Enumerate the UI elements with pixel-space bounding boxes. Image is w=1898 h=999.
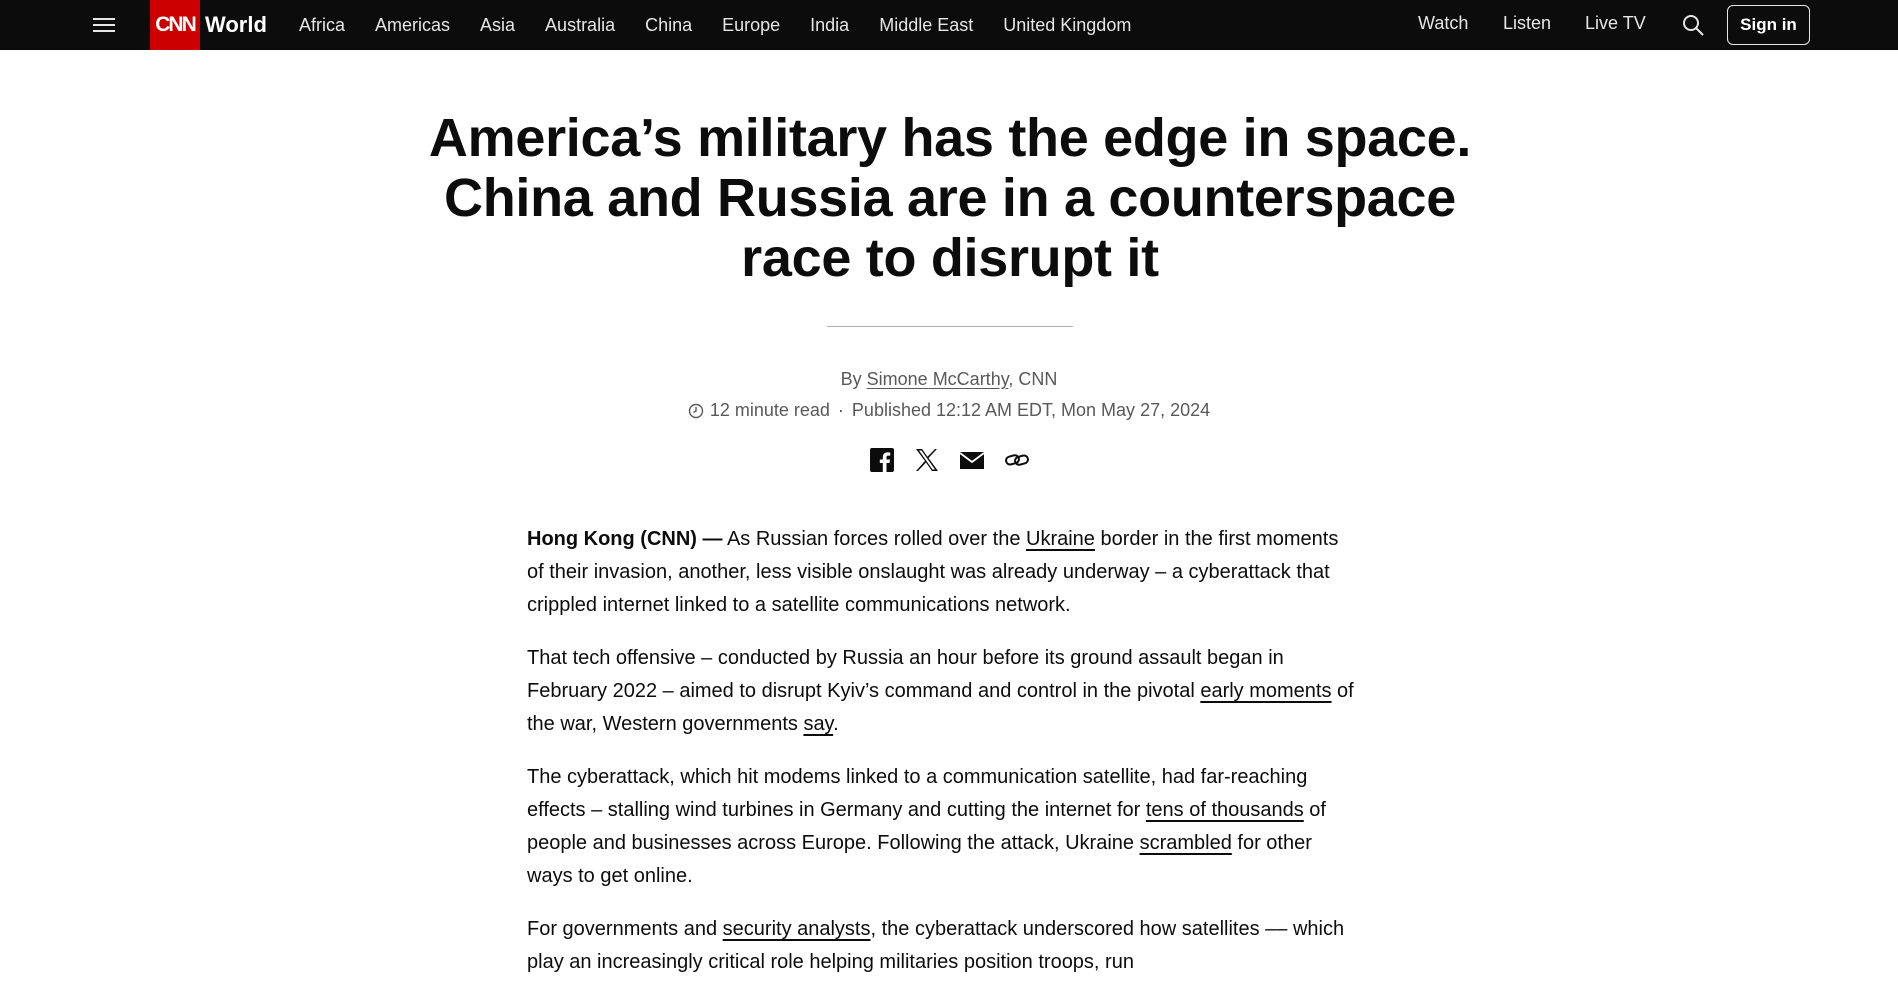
headline-line-1: America’s military has the edge in space… [428,108,1472,168]
nav-link-united-kingdom[interactable]: United Kingdom [1003,15,1131,36]
link-tens-of-thousands[interactable]: tens of thousands [1146,799,1304,821]
headline-line-3: race to disrupt it [741,228,1159,288]
nav-link-middle-east[interactable]: Middle East [879,15,973,36]
paragraph-3: The cyberattack, which hit modems linked… [527,761,1357,893]
nav-link-india[interactable]: India [810,15,849,36]
link-security-analysts[interactable]: security analysts [723,918,871,940]
facebook-icon[interactable] [868,446,895,473]
article-body: Hong Kong (CNN) — As Russian forces roll… [527,523,1357,999]
x-icon[interactable] [913,446,940,473]
link-say[interactable]: say [803,713,833,735]
top-navigation: CNN World Africa Americas Asia Australia… [0,0,1898,50]
paragraph-1: Hong Kong (CNN) — As Russian forces roll… [527,523,1357,622]
live-tv-link[interactable]: Live TV [1585,13,1646,34]
paragraph-text: . [833,713,839,735]
email-icon[interactable] [958,446,985,473]
published-timestamp: Published 12:12 AM EDT, Mon May 27, 2024 [851,400,1211,420]
section-title[interactable]: World [205,12,267,38]
listen-link[interactable]: Listen [1503,13,1551,34]
dateline: Hong Kong (CNN) — [527,528,723,550]
link-scrambled[interactable]: scrambled [1140,832,1232,854]
nav-link-americas[interactable]: Americas [375,15,450,36]
paragraph-2: That tech offensive – conducted by Russi… [527,642,1357,741]
nav-link-china[interactable]: China [645,15,692,36]
byline-prefix: By [840,369,862,389]
byline: By Simone McCarthy, CNN [0,369,1898,390]
watch-link[interactable]: Watch [1418,13,1468,34]
search-icon[interactable] [1681,13,1705,37]
article-meta: 12 minute read · Published 12:12 AM EDT,… [0,400,1898,421]
link-early-moments[interactable]: early moments [1200,680,1331,702]
nav-link-europe[interactable]: Europe [722,15,780,36]
nav-link-africa[interactable]: Africa [299,15,345,36]
headline-divider [827,326,1073,327]
sign-in-button[interactable]: Sign in [1727,5,1810,45]
author-link[interactable]: Simone McCarthy [867,369,1009,389]
cnn-logo[interactable]: CNN [150,0,200,50]
paragraph-4: For governments and security analysts, t… [527,913,1357,979]
read-time: 12 minute read [709,400,830,420]
paragraph-text: As Russian forces rolled over the [722,528,1026,550]
meta-separator: · [837,400,844,420]
byline-outlet: , CNN [1008,369,1058,389]
share-bar [868,446,1030,473]
nav-link-asia[interactable]: Asia [480,15,515,36]
link-ukraine[interactable]: Ukraine [1026,528,1095,550]
nav-link-australia[interactable]: Australia [545,15,615,36]
headline-line-2: China and Russia are in a counterspace [444,168,1456,228]
paragraph-text: That tech offensive – conducted by Russi… [527,647,1284,702]
clock-icon [688,403,704,419]
hamburger-icon[interactable] [93,13,117,37]
link-icon[interactable] [1003,446,1030,473]
paragraph-text: For governments and [527,918,723,940]
article-headline: America’s military has the edge in space… [380,108,1520,288]
section-nav: Africa Americas Asia Australia China Eur… [299,0,1161,50]
